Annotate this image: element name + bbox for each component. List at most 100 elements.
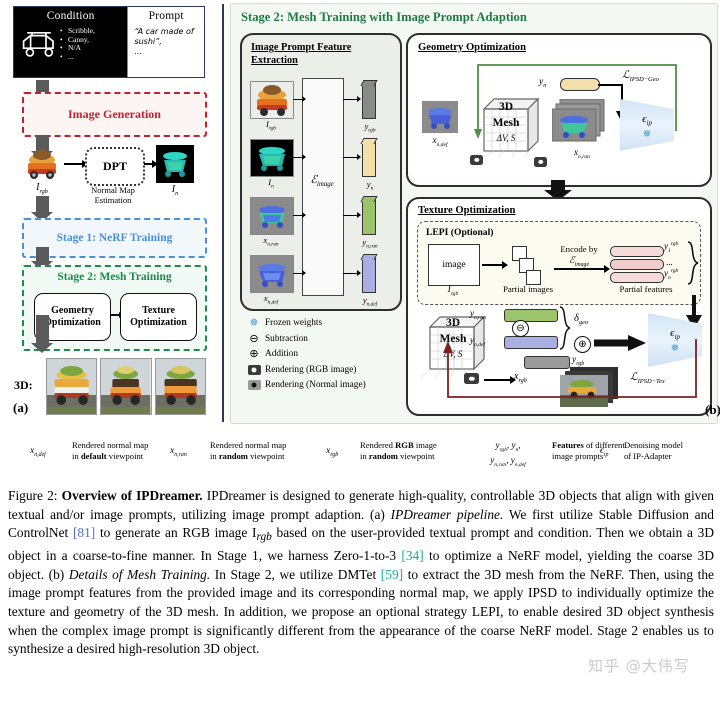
arrow-geo-to-tex	[110, 311, 124, 318]
notation-symbol-0: xn,def	[30, 446, 46, 458]
geo-render-stack	[552, 99, 605, 142]
arrow-to-dpt	[64, 160, 88, 167]
texture-optimization-label: Texture Optimization	[130, 305, 187, 328]
ipfe-title-line1: Image Prompt Feature	[251, 42, 352, 53]
geo-mesh-label-2: Mesh	[492, 117, 520, 129]
panel-a-label: (a)	[13, 400, 29, 415]
feature-bar-y-rgb	[362, 83, 376, 119]
camera-rgb-icon	[243, 363, 265, 379]
arrow-from-dpt	[144, 160, 158, 167]
result-image	[154, 358, 206, 415]
notation-line1-pre: Rendered	[360, 440, 396, 450]
result-row-label: 3D:	[14, 378, 33, 392]
caption-body-6: In Stage 2, we utilize DMTet	[210, 566, 381, 582]
condition-cell: Condition • Scribble, • Canny, • N/A •...	[14, 7, 128, 77]
scribble-car-icon	[22, 31, 54, 57]
notation-line1-post: image	[413, 440, 437, 450]
notation-line2-post: viewpoint	[247, 450, 285, 461]
figure-2-graphic: Condition • Scribble, • Canny, • N/A •...	[0, 0, 720, 425]
caption-figure-number: Figure 2:	[8, 488, 58, 503]
panel-b-header: Stage 2: Mesh Training with Image Prompt…	[241, 10, 527, 24]
normal-map-image	[156, 145, 194, 183]
legend-label: Addition	[265, 349, 299, 359]
legend-item: Rendering (Normal image)	[243, 378, 403, 394]
notation-line2-pre: in	[360, 450, 369, 461]
feature-bar-y-n-def	[362, 257, 376, 293]
figure-caption: Figure 2: Overview of IPDreamer. IPDream…	[8, 487, 714, 659]
ipfe-input-normal-map	[250, 139, 294, 177]
dpt-label: DPT	[103, 159, 127, 173]
notation-line2-post: viewpoint	[106, 450, 144, 461]
caption-ref-1[interactable]: [81]	[73, 525, 95, 540]
condition-item: ...	[68, 51, 74, 61]
prompt-text-block: “A car made of sushi”, ...	[134, 27, 204, 57]
prompt-cell: Prompt “A car made of sushi”, ...	[127, 7, 204, 77]
snowflake-icon: ❅	[642, 129, 652, 140]
dpt-caption: Normal Map Estimation	[91, 185, 135, 205]
panel-b-mesh-training: Stage 2: Mesh Training with Image Prompt…	[230, 3, 720, 424]
condition-items: • Scribble, • Canny, • N/A •...	[60, 26, 95, 61]
ipfe-arrow-out	[343, 269, 361, 278]
caption-title: Overview of IPDreamer.	[61, 488, 203, 503]
notation-legend-row: xn,def Rendered normal map in default vi…	[0, 432, 720, 478]
ipfe-input-xn-def	[250, 255, 294, 293]
notation-line1: Denoising model	[624, 440, 683, 450]
legend-item: ⊕ Addition	[243, 347, 403, 363]
watermark: 知乎 @大伟写	[588, 657, 690, 675]
notation-line2: of IP-Adapter	[624, 450, 672, 461]
notation-symbol-2: xrgb	[326, 446, 339, 458]
notation-text-2: Rendered RGB image in random viewpoint	[360, 440, 480, 461]
flow-arrow-down	[31, 315, 53, 353]
caption-italic-2: Details of Mesh Training.	[68, 566, 211, 582]
geo-feature-label-y-n: yn	[539, 77, 547, 89]
flow-arrow-down	[31, 196, 53, 222]
ipfe-arrow-in	[293, 95, 306, 104]
geo-render-label: xn,ran	[574, 147, 590, 160]
caption-body-3: to generate an RGB image I	[95, 525, 257, 541]
feature-label-y-n-def: yn,def	[362, 295, 378, 308]
stage2-title: Stage 2: Mesh Training	[57, 271, 172, 283]
caption-sub-1: rgb	[256, 531, 272, 544]
ipfe-arrow-out	[343, 153, 361, 162]
plus-circle-icon: ⊕	[249, 348, 259, 360]
notation-line2-bold: random	[218, 450, 248, 461]
notation-line2: image prompts	[552, 450, 604, 461]
ipfe-arrow-in	[293, 153, 306, 162]
notation-line1: Rendered normal map	[210, 440, 287, 450]
image-prompt-feature-extraction-card: Image Prompt Feature Extraction ℰimage I…	[240, 33, 402, 311]
caption-italic-1: IPDreamer pipeline.	[390, 506, 504, 522]
notation-line2-pre: in	[72, 450, 81, 461]
legend-label: Frozen weights	[265, 318, 323, 328]
caption-ref-2[interactable]: [34]	[401, 548, 423, 563]
geo-feature-bar-y-n	[560, 78, 600, 91]
legend-label: Rendering (RGB image)	[265, 364, 357, 375]
legend-label: Rendering (Normal image)	[265, 380, 366, 390]
camera-normal-icon	[243, 378, 265, 394]
notation-symbol-4: ϵip	[600, 446, 609, 458]
legend-item: Rendering (RGB image)	[243, 363, 403, 379]
notation-symbol-1: xn,ran	[170, 446, 187, 458]
notation-line1: Rendered normal map	[72, 440, 149, 450]
feature-label-y-rgb: yrgb	[364, 121, 376, 134]
notation-line2-post: viewpoint	[397, 450, 435, 461]
geo-mesh-params: ΔV, S	[496, 133, 516, 143]
prompt-ellipsis: ...	[134, 47, 143, 56]
ipfe-input-label-2: xn,ran	[263, 235, 279, 248]
ipfe-input-label-3: xn,def	[263, 293, 279, 306]
ipfe-arrow-in	[293, 211, 306, 220]
notation-text-4: Denoising model of IP-Adapter	[624, 440, 720, 461]
snowflake-icon: ❅	[249, 317, 259, 329]
symbol-legend: ❅ Frozen weights ⊖ Subtraction ⊕ Additio…	[243, 316, 403, 394]
caption-ref-3[interactable]: [59]	[381, 567, 403, 582]
result-image	[46, 358, 98, 415]
dpt-module-box: DPT	[85, 147, 145, 186]
result-image-row	[46, 358, 206, 415]
prompt-text: “A car made of sushi”,	[134, 27, 194, 46]
ipfe-input-xn-ran	[250, 197, 294, 235]
flow-arrow-down	[31, 247, 53, 271]
notation-line2-bold: default	[80, 450, 107, 461]
image-generation-label: Image Generation	[68, 107, 161, 121]
image-generation-box: Image Generation	[22, 92, 207, 137]
stage2-mesh-box: Stage 2: Mesh Training Geometry Optimiza…	[22, 265, 207, 351]
condition-prompt-box: Condition • Scribble, • Canny, • N/A •...	[13, 6, 205, 78]
